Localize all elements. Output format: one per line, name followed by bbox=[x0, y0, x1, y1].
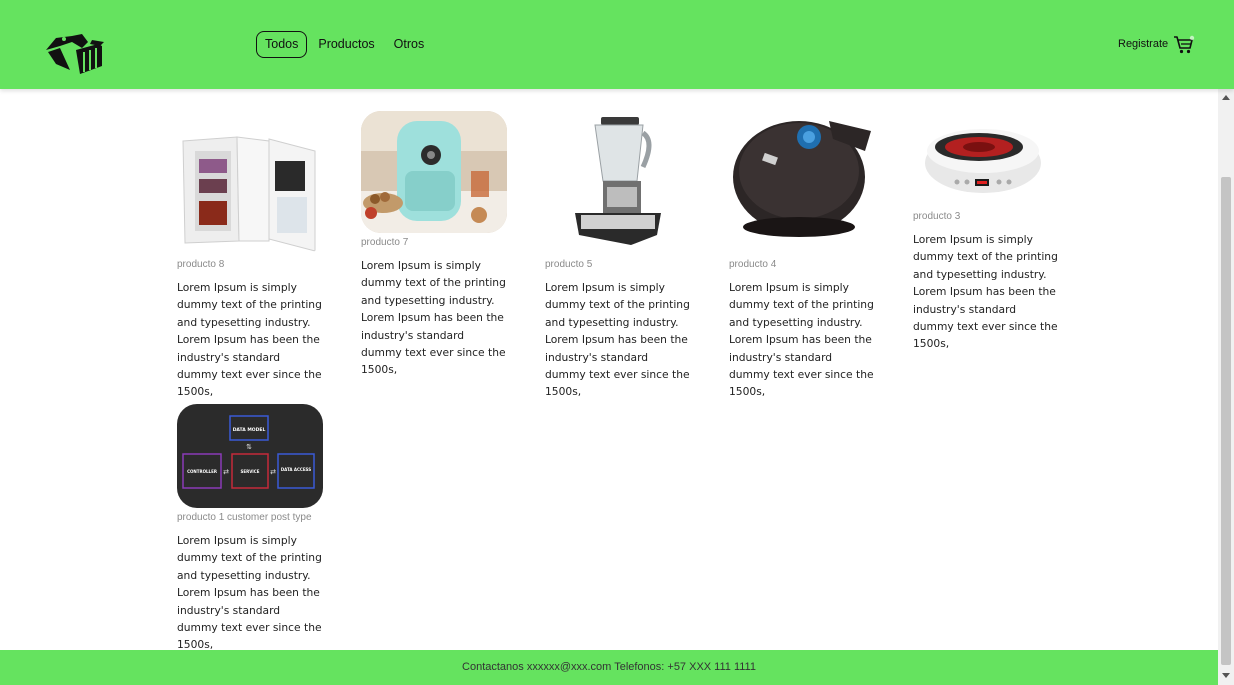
product-name: producto 5 bbox=[545, 259, 593, 270]
product-description: Lorem Ipsum is simply dummy text of the … bbox=[729, 281, 874, 399]
nav-item-productos[interactable]: Productos bbox=[310, 31, 382, 58]
product-description: Lorem Ipsum is simply dummy text of the … bbox=[545, 281, 690, 399]
product-card[interactable]: producto 4 Lorem Ipsum is simply dummy t… bbox=[729, 111, 875, 401]
main-nav: Todos Productos Otros bbox=[256, 31, 435, 58]
product-name: producto 1 customer post type bbox=[177, 512, 312, 523]
store-logo-icon[interactable] bbox=[42, 30, 108, 76]
scrollbar-thumb[interactable] bbox=[1221, 177, 1231, 665]
diagram-label-top: DATA MODEL bbox=[233, 427, 266, 433]
scroll-down-arrow-icon[interactable] bbox=[1222, 673, 1230, 678]
page-scrollbar[interactable] bbox=[1218, 89, 1234, 685]
svg-text:⇄: ⇄ bbox=[270, 468, 276, 476]
product-description: Lorem Ipsum is simply dummy text of the … bbox=[913, 233, 1058, 351]
product-card[interactable]: producto 5 Lorem Ipsum is simply dummy t… bbox=[545, 111, 691, 401]
product-name: producto 7 bbox=[361, 237, 409, 248]
cart-icon[interactable] bbox=[1173, 35, 1195, 55]
diagram-label-left: CONTROLLER bbox=[187, 469, 217, 474]
product-description: Lorem Ipsum is simply dummy text of the … bbox=[177, 281, 322, 399]
mini-fridge-image bbox=[177, 111, 323, 255]
induction-hob-image bbox=[913, 111, 1059, 207]
footer-contact-text: Contactanos xxxxxx@xxx.com Telefonos: +5… bbox=[462, 661, 756, 673]
product-card[interactable]: producto 3 Lorem Ipsum is simply dummy t… bbox=[913, 111, 1059, 353]
product-description: Lorem Ipsum is simply dummy text of the … bbox=[361, 259, 506, 377]
nav-item-otros[interactable]: Otros bbox=[386, 31, 433, 58]
site-footer: Contactanos xxxxxx@xxx.com Telefonos: +5… bbox=[0, 650, 1218, 685]
site-header: Todos Productos Otros Registrate bbox=[0, 0, 1234, 89]
svg-text:⇅: ⇅ bbox=[246, 443, 252, 451]
architecture-diagram-image: DATA MODEL ⇅ CONTROLLER ⇄ SERVICE ⇄ DATA… bbox=[177, 404, 323, 508]
diagram-label-middle: SERVICE bbox=[241, 469, 260, 474]
product-name: producto 3 bbox=[913, 211, 961, 222]
diagram-label-right: DATA ACCESS bbox=[281, 467, 311, 472]
product-card[interactable]: DATA MODEL ⇅ CONTROLLER ⇄ SERVICE ⇄ DATA… bbox=[177, 404, 323, 650]
product-name: producto 4 bbox=[729, 259, 777, 270]
product-name: producto 8 bbox=[177, 259, 225, 270]
air-fryer-image bbox=[361, 111, 507, 233]
product-description: Lorem Ipsum is simply dummy text of the … bbox=[177, 534, 322, 650]
product-card[interactable]: producto 8 Lorem Ipsum is simply dummy t… bbox=[177, 111, 323, 401]
register-link[interactable]: Registrate bbox=[1118, 38, 1168, 50]
product-grid: producto 8 Lorem Ipsum is simply dummy t… bbox=[0, 89, 1218, 650]
product-card[interactable]: producto 7 Lorem Ipsum is simply dummy t… bbox=[361, 111, 507, 379]
scroll-up-arrow-icon[interactable] bbox=[1222, 95, 1230, 100]
nav-item-todos[interactable]: Todos bbox=[256, 31, 308, 58]
svg-text:⇄: ⇄ bbox=[223, 468, 229, 476]
waffle-maker-image bbox=[729, 111, 875, 255]
blender-image bbox=[545, 111, 691, 255]
